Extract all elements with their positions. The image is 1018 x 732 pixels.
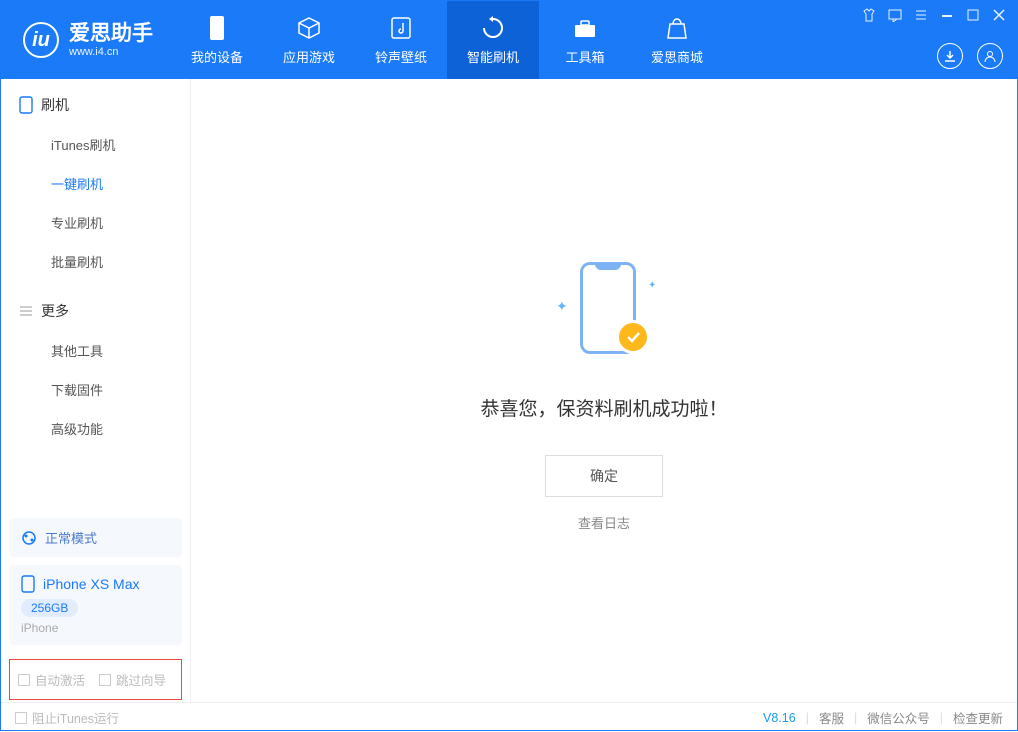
sidebar-group-flash: 刷机	[1, 95, 190, 125]
success-message: 恭喜您，保资料刷机成功啦！	[480, 394, 727, 421]
sidebar-item-other-tools[interactable]: 其他工具	[1, 331, 190, 370]
window-controls	[861, 7, 1007, 23]
bottom-checkbox-panel: 自动激活 跳过向导	[9, 659, 182, 700]
feedback-icon[interactable]	[887, 7, 903, 23]
sidebar-item-itunes-flash[interactable]: iTunes刷机	[1, 125, 190, 164]
sidebar-item-batch-flash[interactable]: 批量刷机	[1, 242, 190, 281]
sidebar-item-pro-flash[interactable]: 专业刷机	[1, 203, 190, 242]
view-log-link[interactable]: 查看日志	[578, 513, 630, 532]
tab-device[interactable]: 我的设备	[171, 1, 263, 79]
device-mode-row[interactable]: 正常模式	[9, 518, 182, 557]
checkbox-block-itunes[interactable]: 阻止iTunes运行	[15, 708, 119, 727]
footer-link-support[interactable]: 客服	[819, 708, 844, 727]
close-icon[interactable]	[991, 7, 1007, 23]
app-header: iu 爱思助手 www.i4.cn 我的设备 应用游戏 铃声壁纸 智能刷机 工具…	[1, 1, 1017, 79]
user-controls	[937, 43, 1003, 69]
main-panel: ✦ ✦ 恭喜您，保资料刷机成功啦！ 确定 查看日志	[191, 79, 1017, 702]
sparkle-icon: ✦	[648, 280, 656, 291]
tshirt-icon[interactable]	[861, 7, 877, 23]
success-illustration: ✦ ✦	[544, 250, 664, 370]
sidebar-item-oneclick-flash[interactable]: 一键刷机	[1, 164, 190, 203]
checkbox-auto-activate[interactable]: 自动激活	[18, 670, 85, 689]
check-badge-icon	[616, 320, 650, 354]
tab-bar: 我的设备 应用游戏 铃声壁纸 智能刷机 工具箱 爱思商城	[171, 1, 723, 79]
refresh-icon	[480, 15, 506, 41]
sidebar-item-advanced[interactable]: 高级功能	[1, 409, 190, 448]
toolbox-icon	[572, 15, 598, 41]
phone-outline-icon	[19, 96, 33, 114]
app-name: 爱思助手	[69, 22, 153, 45]
app-url: www.i4.cn	[69, 46, 153, 58]
device-info-row[interactable]: iPhone XS Max 256GB iPhone	[9, 565, 182, 645]
maximize-icon[interactable]	[965, 7, 981, 23]
sidebar-item-download-firmware[interactable]: 下载固件	[1, 370, 190, 409]
device-icon	[21, 575, 35, 593]
app-logo: iu 爱思助手 www.i4.cn	[1, 22, 171, 58]
download-icon[interactable]	[937, 43, 963, 69]
footer-bar: 阻止iTunes运行 V8.16 | 客服 | 微信公众号 | 检查更新	[1, 702, 1017, 732]
tab-flash[interactable]: 智能刷机	[447, 1, 539, 79]
user-icon[interactable]	[977, 43, 1003, 69]
ok-button[interactable]: 确定	[545, 455, 663, 497]
logo-icon: iu	[23, 22, 59, 58]
sidebar: 刷机 iTunes刷机 一键刷机 专业刷机 批量刷机 更多 其他工具 下载固件 …	[1, 79, 191, 702]
cube-icon	[296, 15, 322, 41]
tab-tools[interactable]: 工具箱	[539, 1, 631, 79]
sidebar-group-more: 更多	[1, 301, 190, 331]
checkbox-skip-wizard[interactable]: 跳过向导	[99, 670, 166, 689]
footer-link-wechat[interactable]: 微信公众号	[867, 708, 930, 727]
tab-apps[interactable]: 应用游戏	[263, 1, 355, 79]
device-line: iPhone	[21, 621, 170, 635]
footer-link-update[interactable]: 检查更新	[953, 708, 1003, 727]
bag-icon	[664, 15, 690, 41]
minimize-icon[interactable]	[939, 7, 955, 23]
version-label: V8.16	[763, 711, 796, 725]
sparkle-icon: ✦	[556, 298, 568, 315]
mode-icon	[21, 530, 37, 546]
phone-icon	[204, 15, 230, 41]
device-capacity-badge: 256GB	[21, 599, 78, 617]
menu-icon[interactable]	[913, 7, 929, 23]
list-icon	[19, 304, 33, 318]
tab-ring[interactable]: 铃声壁纸	[355, 1, 447, 79]
tab-store[interactable]: 爱思商城	[631, 1, 723, 79]
music-icon	[388, 15, 414, 41]
